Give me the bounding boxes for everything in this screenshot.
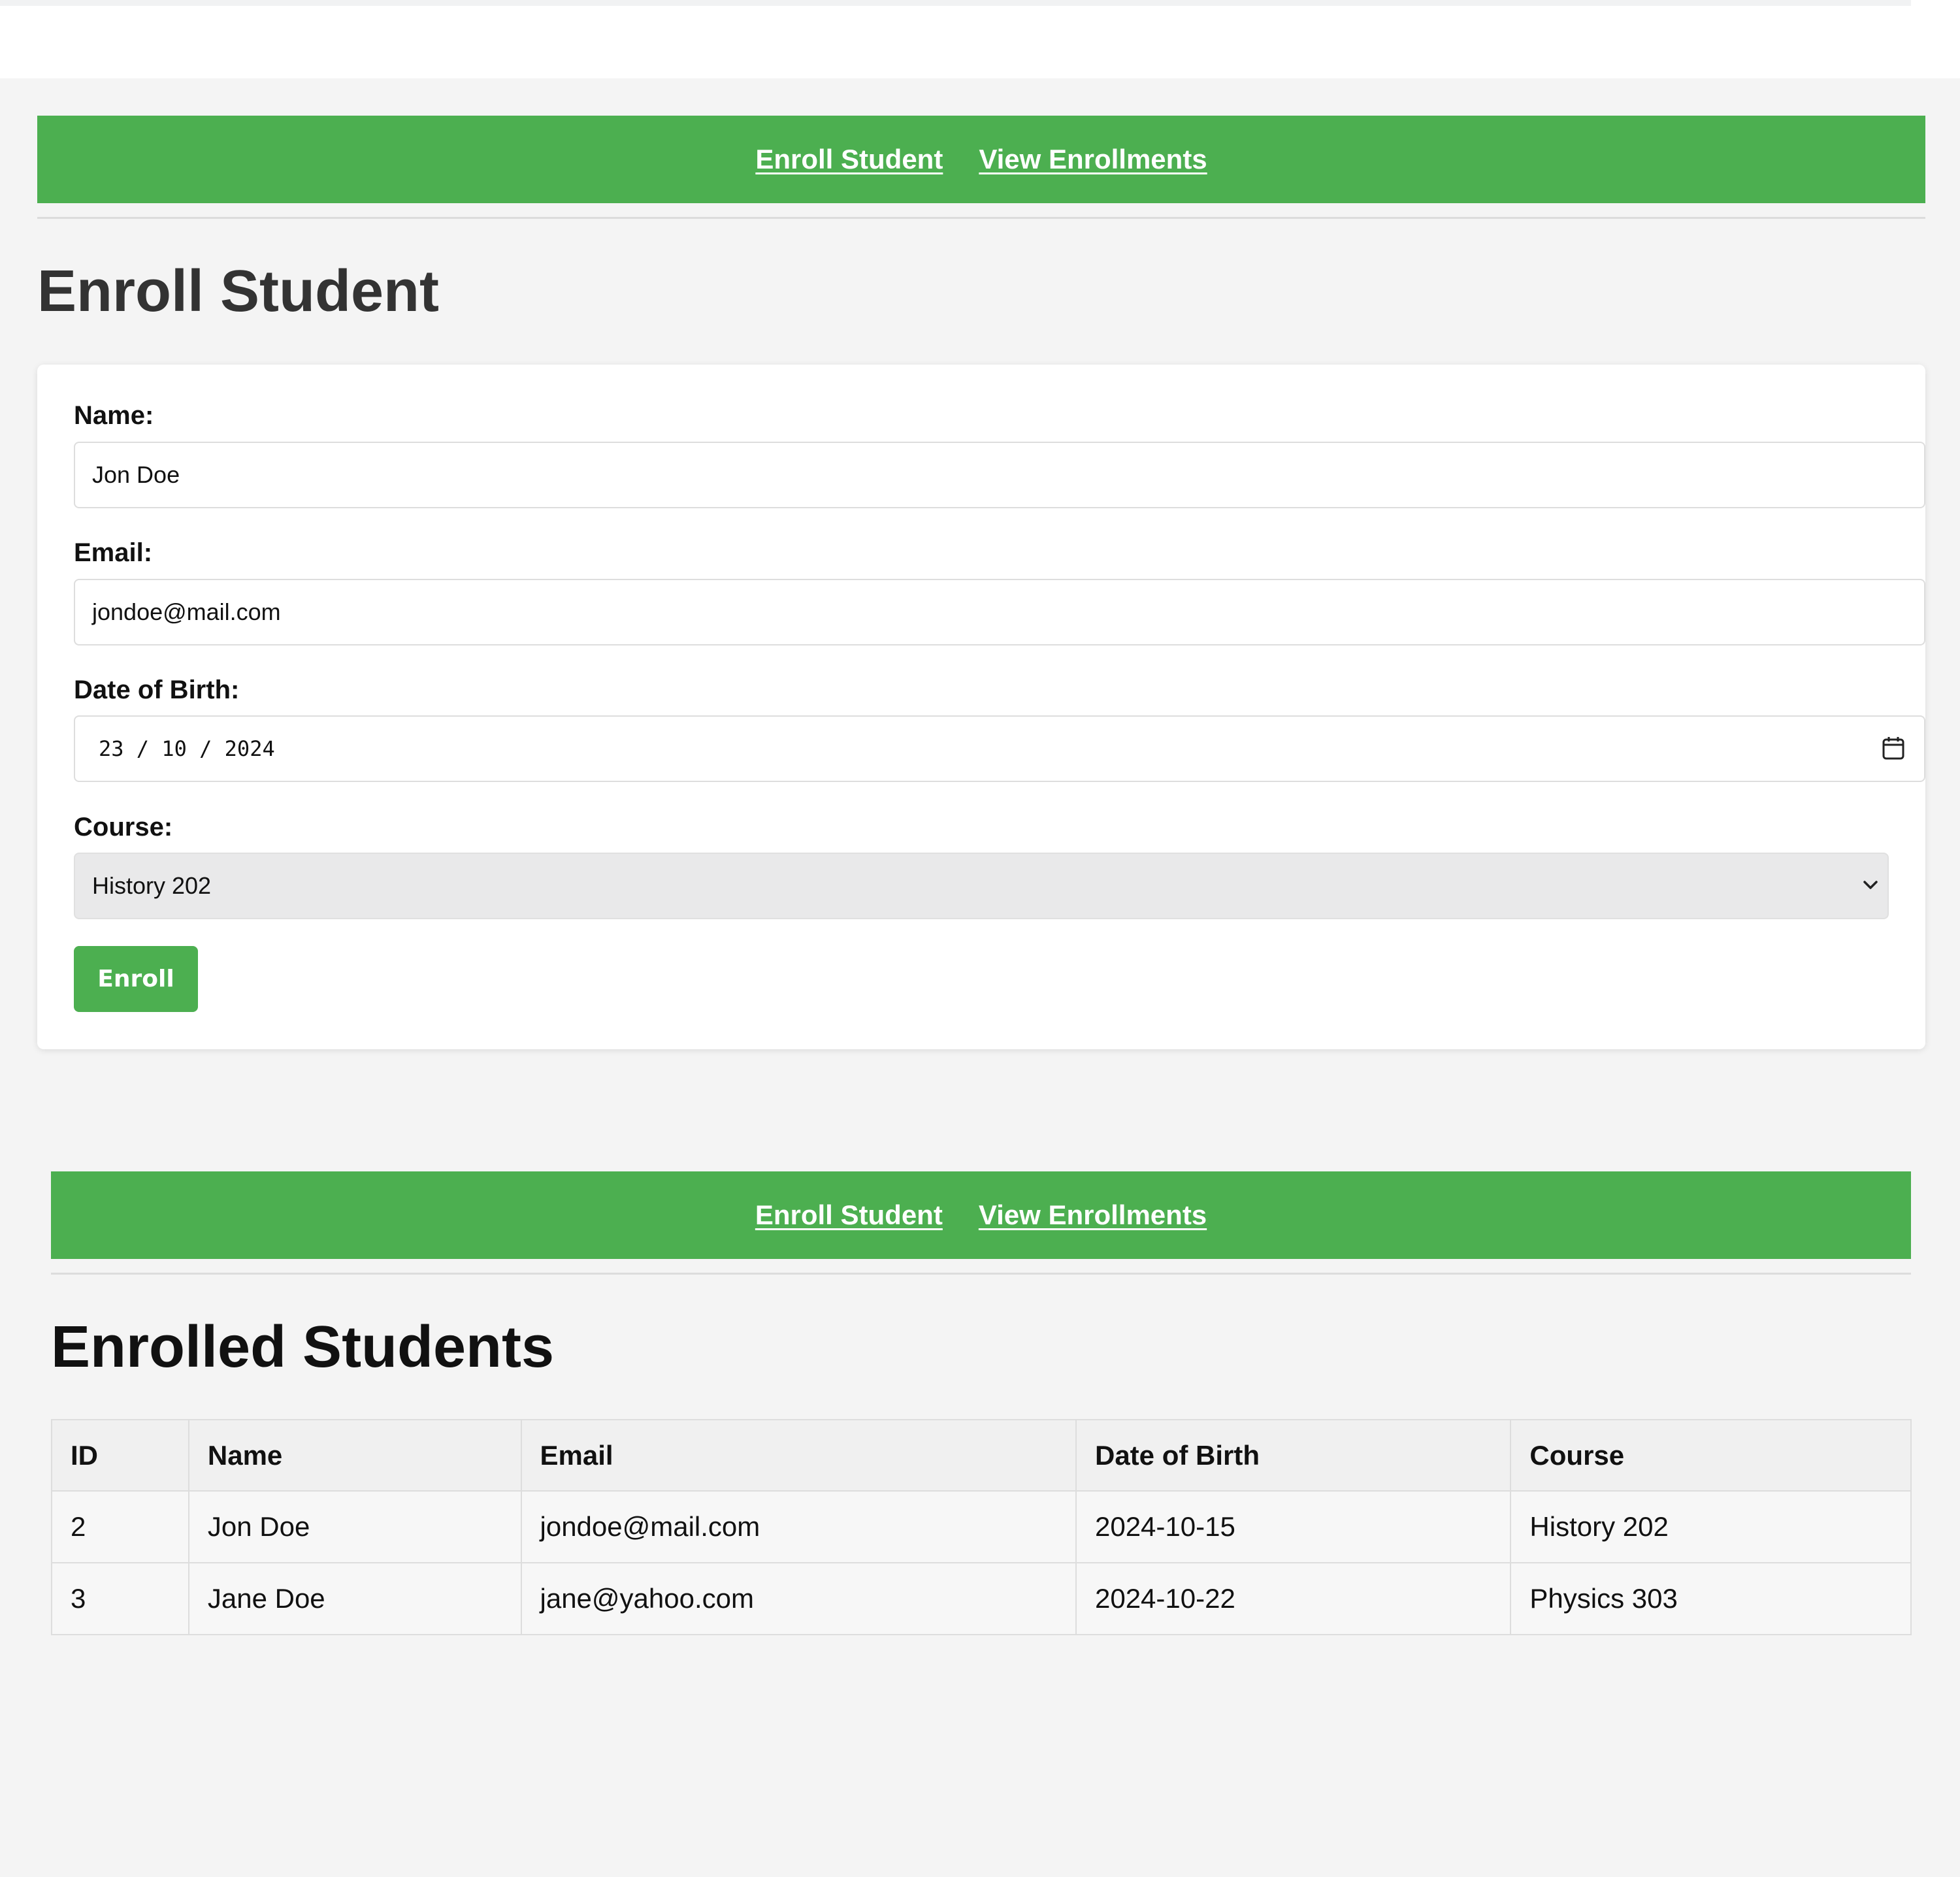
name-label: Name: <box>74 401 154 430</box>
top-strip <box>0 0 1911 6</box>
email-label: Email: <box>74 538 153 567</box>
enrollments-title: Enrolled Students <box>51 1314 555 1380</box>
name-input-value: Jon Doe <box>92 461 180 488</box>
enrollments-table: ID Name Email Date of Birth Course 2 Jon… <box>51 1419 1912 1635</box>
navbar: Enroll Student View Enrollments <box>37 116 1925 203</box>
cell-course: History 202 <box>1510 1490 1912 1563</box>
chevron-down-icon <box>1863 881 1878 889</box>
table-row: 3 Jane Doe jane@yahoo.com 2024-10-22 Phy… <box>51 1562 1912 1635</box>
table-header-row: ID Name Email Date of Birth Course <box>51 1419 1912 1492</box>
dob-input[interactable]: 23 / 10 / 2024 <box>74 715 1925 782</box>
cell-course: Physics 303 <box>1510 1562 1912 1635</box>
page-title: Enroll Student <box>37 259 439 324</box>
header-email: Email <box>520 1419 1077 1492</box>
navbar: Enroll Student View Enrollments <box>51 1171 1911 1259</box>
page-background: Enroll Student View Enrollments Enroll S… <box>0 78 1960 1877</box>
cell-dob: 2024-10-22 <box>1075 1562 1512 1635</box>
nav-divider <box>37 217 1925 219</box>
header-id: ID <box>51 1419 189 1492</box>
nav-link-enroll-student[interactable]: Enroll Student <box>755 144 943 175</box>
nav-divider <box>51 1273 1911 1275</box>
nav-link-enroll-student[interactable]: Enroll Student <box>755 1200 943 1231</box>
calendar-icon[interactable] <box>1882 736 1904 760</box>
header-dob: Date of Birth <box>1075 1419 1512 1492</box>
email-input[interactable]: jondoe@mail.com <box>74 579 1925 645</box>
enroll-button[interactable]: Enroll <box>74 946 198 1012</box>
header-course: Course <box>1510 1419 1912 1492</box>
cell-dob: 2024-10-15 <box>1075 1490 1512 1563</box>
dob-input-value: 23 / 10 / 2024 <box>99 736 275 761</box>
nav-link-view-enrollments[interactable]: View Enrollments <box>979 1200 1207 1231</box>
enroll-form: Name: Jon Doe Email: jondoe@mail.com Dat… <box>37 365 1925 1049</box>
course-label: Course: <box>74 813 173 841</box>
table-row: 2 Jon Doe jondoe@mail.com 2024-10-15 His… <box>51 1490 1912 1563</box>
cell-name: Jane Doe <box>188 1562 522 1635</box>
course-select[interactable]: History 202 <box>74 853 1889 919</box>
cell-name: Jon Doe <box>188 1490 522 1563</box>
name-input[interactable]: Jon Doe <box>74 442 1925 508</box>
cell-email: jondoe@mail.com <box>520 1490 1077 1563</box>
nav-link-view-enrollments[interactable]: View Enrollments <box>979 144 1207 175</box>
header-name: Name <box>188 1419 522 1492</box>
course-select-value: History 202 <box>92 872 212 899</box>
cell-email: jane@yahoo.com <box>520 1562 1077 1635</box>
cell-id: 2 <box>51 1490 189 1563</box>
dob-label: Date of Birth: <box>74 676 240 704</box>
cell-id: 3 <box>51 1562 189 1635</box>
email-input-value: jondoe@mail.com <box>92 598 281 625</box>
